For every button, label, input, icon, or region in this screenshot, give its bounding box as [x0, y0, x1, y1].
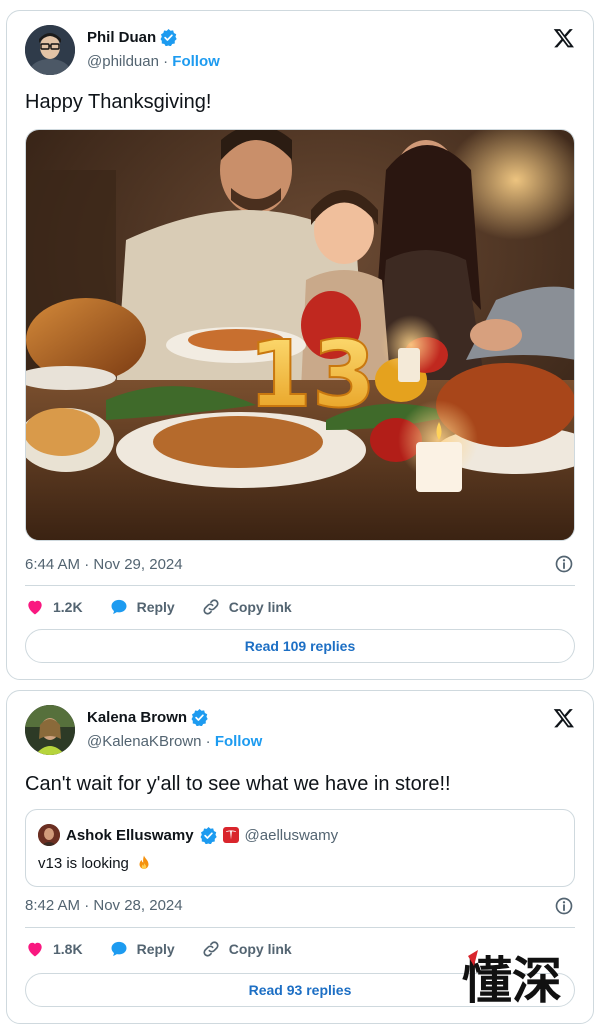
fire-emoji-icon — [139, 855, 149, 869]
like-button[interactable]: 1.2K — [25, 597, 83, 617]
quote-text: v13 is looking — [38, 854, 129, 872]
tweet-header: Kalena Brown @KalenaKBrown · Follow — [25, 705, 575, 757]
x-logo-icon[interactable] — [553, 707, 575, 729]
quote-avatar — [38, 824, 60, 846]
tweet-header: Phil Duan @philduan · Follow — [25, 25, 575, 77]
timestamp[interactable]: 8:42 AM · Nov 28, 2024 — [25, 897, 183, 914]
follow-button[interactable]: Follow — [172, 53, 220, 70]
avatar[interactable] — [25, 705, 75, 755]
quote-author-handle: @aelluswamy — [244, 826, 339, 844]
reply-bubble-icon — [111, 941, 127, 957]
author-handle[interactable]: @philduan — [87, 53, 159, 70]
verified-badge-icon — [191, 709, 208, 726]
avatar[interactable] — [25, 25, 75, 75]
thanksgiving-dinner-image: 13 — [26, 130, 574, 540]
heart-icon — [28, 942, 42, 957]
reply-button[interactable]: Reply — [109, 597, 175, 617]
separator-dot: · — [163, 53, 169, 70]
action-bar: 1.8K Reply Copy link — [25, 937, 318, 961]
quoted-tweet[interactable]: Ashok Elluswamy @aelluswamy v13 is looki… — [25, 809, 575, 887]
reply-button[interactable]: Reply — [109, 939, 175, 959]
link-icon — [203, 941, 219, 957]
author-name[interactable]: Phil Duan — [87, 29, 156, 46]
separator-dot: · — [205, 733, 211, 750]
tweet-photo[interactable]: 13 — [25, 129, 575, 541]
divider — [25, 585, 575, 586]
verified-badge-icon — [160, 29, 177, 46]
divider — [25, 927, 575, 928]
heart-icon — [28, 600, 42, 615]
link-icon — [203, 599, 219, 615]
watermark-logo: 懂深 — [462, 950, 562, 1010]
copy-link-label: Copy link — [228, 941, 292, 957]
author-handle[interactable]: @KalenaKBrown — [87, 733, 201, 750]
watermark-text: 懂深 — [462, 951, 562, 1010]
reply-label: Reply — [136, 599, 175, 615]
tweet-text: Can't wait for y'all to see what we have… — [25, 773, 451, 795]
tweet-text: Happy Thanksgiving! — [25, 91, 212, 113]
action-bar: 1.2K Reply Copy link — [25, 595, 318, 619]
read-replies-button[interactable]: Read 109 replies — [25, 629, 575, 663]
info-icon[interactable] — [554, 896, 574, 916]
info-icon[interactable] — [554, 554, 574, 574]
copy-link-button[interactable]: Copy link — [201, 939, 292, 959]
x-logo-icon[interactable] — [553, 27, 575, 49]
copy-link-button[interactable]: Copy link — [201, 597, 292, 617]
like-button[interactable]: 1.8K — [25, 939, 83, 959]
cake-number-13: 13 — [248, 321, 376, 428]
timestamp[interactable]: 6:44 AM · Nov 29, 2024 — [25, 556, 183, 573]
like-count: 1.2K — [53, 599, 83, 615]
verified-badge-icon — [200, 826, 217, 844]
copy-link-label: Copy link — [228, 599, 292, 615]
like-count: 1.8K — [53, 941, 83, 957]
tesla-badge-icon — [222, 827, 239, 843]
tweet-card-phil-duan[interactable]: Phil Duan @philduan · Follow Happy Thank… — [6, 10, 594, 680]
follow-button[interactable]: Follow — [215, 733, 263, 750]
reply-label: Reply — [136, 941, 175, 957]
quote-author-name: Ashok Elluswamy — [66, 826, 194, 844]
reply-bubble-icon — [111, 599, 127, 615]
author-name[interactable]: Kalena Brown — [87, 709, 187, 726]
